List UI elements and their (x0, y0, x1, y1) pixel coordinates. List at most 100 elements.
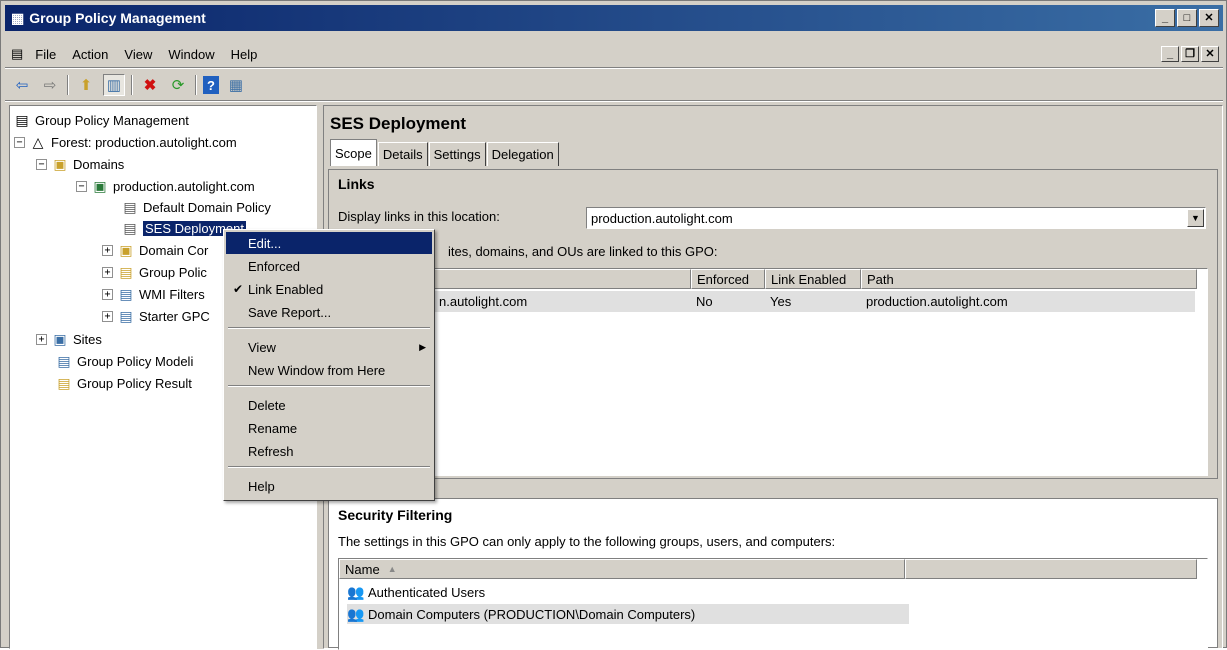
menu-item-view[interactable]: View ▶ (226, 336, 432, 358)
links-description: ites, domains, and OUs are linked to thi… (448, 244, 718, 259)
tree-default-domain-policy[interactable]: ▤ Default Domain Policy (122, 197, 271, 217)
menu-separator (228, 327, 430, 329)
tab-delegation[interactable]: Delegation (486, 142, 559, 166)
group-icon: 👥 (347, 583, 365, 600)
up-folder-icon[interactable]: ⬆ (75, 74, 97, 96)
column-header-blank[interactable] (905, 559, 1197, 579)
links-heading: Links (338, 176, 375, 192)
maximize-button[interactable]: □ (1177, 9, 1197, 27)
expand-icon[interactable]: + (102, 266, 113, 278)
show-hide-tree-icon[interactable]: ▥ (103, 74, 125, 96)
tree-group-policy-modeling[interactable]: ▤ Group Policy Modeli (56, 351, 193, 371)
location-value: production.autolight.com (591, 210, 733, 226)
menu-item-edit[interactable]: Edit... (226, 232, 432, 254)
list-item[interactable]: 👥 Authenticated Users (347, 582, 485, 602)
menu-action[interactable]: Action (64, 47, 116, 62)
forest-icon: △ (32, 133, 44, 150)
gpo-link-icon: ▤ (123, 219, 137, 236)
dropdown-arrow-icon[interactable]: ▼ (1187, 209, 1204, 227)
collapse-icon[interactable]: − (76, 180, 87, 192)
help-icon[interactable]: ? (203, 76, 219, 94)
back-arrow-icon[interactable]: ⇦ (11, 74, 33, 96)
refresh-icon[interactable]: ⟳ (167, 74, 189, 96)
details-pane: SES Deployment Scope Details Settings De… (323, 105, 1223, 650)
gpmc-icon: ▤ (15, 111, 29, 128)
submenu-arrow-icon: ▶ (419, 341, 426, 352)
menu-file[interactable]: File (27, 47, 64, 62)
toolbar-separator (67, 75, 69, 95)
tab-scope[interactable]: Scope (330, 139, 377, 166)
child-restore-button[interactable]: ❐ (1181, 46, 1199, 62)
menu-item-rename[interactable]: Rename (226, 417, 432, 439)
toolbar-separator (195, 75, 197, 95)
close-button[interactable]: ✕ (1199, 9, 1219, 27)
minimize-button[interactable]: _ (1155, 9, 1175, 27)
sites-icon: ▣ (53, 330, 67, 347)
section-splitter[interactable] (324, 480, 1222, 500)
menu-separator (228, 385, 430, 387)
folder-icon: ▤ (119, 263, 133, 280)
expand-icon[interactable]: + (102, 310, 113, 322)
menu-help[interactable]: Help (223, 47, 266, 62)
collapse-icon[interactable]: − (36, 158, 47, 170)
tree-forest[interactable]: − △ Forest: production.autolight.com (14, 132, 237, 152)
security-heading: Security Filtering (338, 507, 453, 523)
expand-icon[interactable]: + (102, 244, 113, 256)
properties-icon[interactable]: ▦ (225, 74, 247, 96)
tree-wmi-filters[interactable]: + ▤ WMI Filters (102, 284, 205, 304)
column-header-link-enabled[interactable]: Link Enabled (765, 269, 861, 289)
menu-item-new-window[interactable]: New Window from Here (226, 359, 432, 381)
toolbar: ⇦ ⇨ ⬆ ▥ ✖ ⟳ ? ▦ (5, 71, 1223, 99)
tree-starter-gpos[interactable]: + ▤ Starter GPC (102, 306, 210, 326)
wmi-filter-icon: ▤ (119, 285, 133, 302)
forward-arrow-icon[interactable]: ⇨ (39, 74, 61, 96)
tree-group-policy-results[interactable]: ▤ Group Policy Result (56, 373, 192, 393)
menu-item-save-report[interactable]: Save Report... (226, 301, 432, 323)
console-icon[interactable]: ▤ (11, 46, 23, 62)
column-header-name[interactable]: Name ▲ (339, 559, 905, 579)
menu-item-delete[interactable]: Delete (226, 394, 432, 416)
gpo-link-icon: ▤ (123, 198, 137, 215)
tab-strip: Scope Details Settings Delegation (330, 139, 560, 166)
tree-sites[interactable]: + ▣ Sites (36, 329, 102, 349)
column-name-label: Name (345, 561, 380, 577)
column-header-path[interactable]: Path (861, 269, 1197, 289)
expand-icon[interactable]: + (102, 288, 113, 300)
collapse-icon[interactable]: − (14, 136, 25, 148)
menu-view[interactable]: View (116, 47, 160, 62)
gpmc-icon: ▦ (11, 9, 25, 26)
tree-group-policy-objects[interactable]: + ▤ Group Polic (102, 262, 207, 282)
list-item[interactable]: 👥 Domain Computers (PRODUCTION\Domain Com… (347, 604, 909, 624)
tree-root[interactable]: ▤ Group Policy Management (14, 110, 189, 130)
title-bar[interactable]: ▦ Group Policy Management _ □ ✕ (5, 5, 1223, 31)
menu-item-help[interactable]: Help (226, 475, 432, 497)
toolbar-separator (131, 75, 133, 95)
child-close-button[interactable]: ✕ (1201, 46, 1219, 62)
display-links-label: Display links in this location: (338, 209, 500, 224)
menu-item-enforced[interactable]: Enforced (226, 255, 432, 277)
tree-domains[interactable]: − ▣ Domains (36, 154, 124, 174)
gpo-title: SES Deployment (330, 114, 467, 133)
domains-icon: ▣ (53, 155, 67, 172)
security-list[interactable]: Name ▲ 👥 Authenticated Users 👥 Domain Compu… (338, 558, 1208, 650)
menu-bar: ▤ File Action View Window Help _ ❐ ✕ (5, 43, 1223, 65)
menu-item-link-enabled[interactable]: ✔ Link Enabled (226, 278, 432, 300)
child-minimize-button[interactable]: _ (1161, 46, 1179, 62)
tab-settings[interactable]: Settings (428, 142, 486, 166)
cell-path: production.autolight.com (866, 294, 1008, 309)
links-list[interactable]: Enforced Link Enabled Path n.autolight.c… (338, 268, 1208, 476)
tab-details[interactable]: Details (377, 142, 428, 166)
tree-domain[interactable]: − ▣ production.autolight.com (76, 176, 255, 196)
starter-gpo-icon: ▤ (119, 307, 133, 324)
tree-domain-controllers[interactable]: + ▣ Domain Cor (102, 240, 208, 260)
menu-item-refresh[interactable]: Refresh (226, 440, 432, 462)
menu-separator (5, 67, 1223, 69)
location-combobox[interactable]: production.autolight.com ▼ (586, 207, 1206, 229)
expand-icon[interactable]: + (36, 333, 47, 345)
delete-icon[interactable]: ✖ (139, 74, 161, 96)
cell-link-enabled: Yes (770, 294, 792, 309)
menu-window[interactable]: Window (160, 47, 222, 62)
main-window: ▦ Group Policy Management _ □ ✕ ▤ File A… (0, 0, 1227, 650)
column-header-enforced[interactable]: Enforced (691, 269, 765, 289)
cell-enforced: No (696, 294, 713, 309)
